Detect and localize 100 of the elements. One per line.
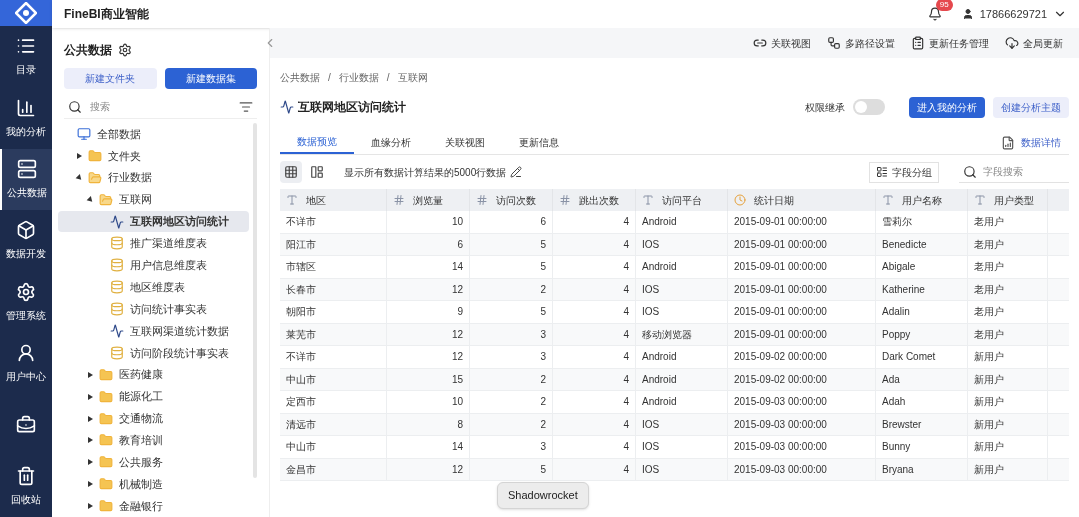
breadcrumb-link[interactable]: 互联网 [397,70,428,85]
folder-icon [88,170,102,185]
tooltip: Shadowrocket [497,482,589,509]
table-cell: 2015-09-03 00:00:00 [728,391,876,413]
table-cell: 2015-09-01 00:00:00 [728,211,876,233]
table-cell: 清远市 [280,413,387,435]
tree-item[interactable]: 金融银行 [58,495,249,517]
nav-item[interactable]: 管理系统 [0,271,52,333]
table-cell: 老用户 [968,323,1048,345]
table-cell: 14 [387,256,470,278]
tree-item[interactable]: 访问统计事实表 [58,298,249,320]
briefcase-icon [16,414,36,435]
permission-switch[interactable] [853,99,885,115]
field-group-button[interactable]: 字段分组 [869,161,939,183]
table-cell: 4 [553,323,636,345]
table-cell: 移动浏览器 [636,323,728,345]
caret-icon[interactable] [88,481,93,488]
table-cell: 6 [387,233,470,255]
breadcrumb-link[interactable]: 公共数据 [280,70,320,85]
table-cell: Android [636,368,728,390]
settings-icon[interactable] [118,43,132,57]
nav-item[interactable]: 数据开发 [0,210,52,272]
tree-item[interactable]: 地区维度表 [58,276,249,299]
user-name[interactable]: 17866629721 [979,5,1047,23]
tree-item[interactable]: 教育培训 [58,429,249,452]
table-cell: 4 [553,458,636,480]
tab[interactable]: 血缘分析 [354,131,428,154]
tree-item[interactable]: 能源化工 [58,385,249,408]
link-icon [753,36,767,50]
toolbar-button[interactable]: 更新任务管理 [911,35,989,51]
tab[interactable]: 关联视图 [428,131,502,154]
table-cell: IOS [636,436,728,458]
tree-item[interactable]: 交通物流 [58,407,249,430]
tree-item[interactable]: 医药健康 [58,363,249,386]
table-cell: 市辖区 [280,256,387,278]
toolbar-button[interactable]: 全局更新 [1005,35,1063,51]
nav-item[interactable]: 用户中心 [0,332,52,395]
table-cell: 老用户 [968,301,1048,323]
table-cell: 2015-09-03 00:00:00 [728,413,876,435]
database-icon [110,302,124,317]
tree-item[interactable]: 全部数据 [58,123,249,145]
breadcrumb-link[interactable]: 行业数据 [338,70,379,85]
action-button[interactable]: 创建分析主题 [993,96,1069,118]
caret-icon[interactable] [88,503,93,510]
search-field[interactable]: 搜索 [90,99,231,114]
caret-icon[interactable] [88,415,93,422]
tree-item[interactable]: 用户信息维度表 [58,254,249,277]
edit-icon[interactable] [510,166,523,178]
filter-icon[interactable] [239,99,253,114]
table-cell: 老用户 [968,278,1048,300]
nav-item[interactable]: 目录 [0,26,52,88]
caret-icon[interactable] [88,371,93,378]
table-cell: 2015-09-01 00:00:00 [728,233,876,255]
toolbar-button[interactable]: 关联视图 [753,35,811,51]
details-link[interactable]: 数据详情 [1001,131,1069,154]
toolbar-button[interactable]: 多路径设置 [827,35,895,51]
table-cell: 2 [470,278,553,300]
table-cell: 新用户 [968,458,1048,480]
tree-item[interactable]: 机械制造 [58,473,249,496]
table-cell: 8 [387,413,470,435]
tree-item[interactable]: 行业数据 [58,166,249,189]
tree-item[interactable]: 互联网 [58,188,249,211]
new-button[interactable]: 新建文件夹 [64,68,157,89]
user-icon [961,8,974,20]
nav-item[interactable]: 回收站 [0,455,52,517]
notification-badge: 95 [935,0,953,11]
tab[interactable]: 更新信息 [502,131,576,154]
action-button[interactable]: 进入我的分析 [909,96,985,118]
tab[interactable]: 数据预览 [280,131,354,154]
table-cell: Adalin [876,301,968,323]
table-cell: 3 [470,436,553,458]
table-cell: 2 [470,413,553,435]
table-cell: IOS [636,278,728,300]
nav-item[interactable]: 我的分析 [0,87,52,149]
field-search[interactable]: 字段搜索 [983,164,1065,179]
trend-icon [280,100,294,114]
table-cell: 金昌市 [280,458,387,480]
nav-item[interactable]: 公共数据 [0,148,52,211]
table-cell: 中山市 [280,368,387,390]
tree-item[interactable]: 访问阶段统计事实表 [58,341,249,364]
folder-icon [88,148,102,163]
table-cell: IOS [636,413,728,435]
tree-item[interactable]: 公共服务 [58,451,249,474]
tree-item[interactable]: 互联网渠道统计数据 [58,320,249,342]
breadcrumb-separator: / [328,71,331,85]
caret-icon[interactable] [88,459,93,466]
table-cell: 朝阳市 [280,301,387,323]
bar-chart-icon [16,97,36,118]
new-button[interactable]: 新建数据集 [164,68,257,89]
tree-item[interactable]: 互联网地区访问统计 [58,210,249,233]
table-cell: Bryana [876,458,968,480]
table-cell: 2015-09-03 00:00:00 [728,458,876,480]
view-toggle[interactable] [280,161,302,183]
bell-icon[interactable] [927,7,942,21]
tree-item[interactable]: 文件夹 [58,144,249,167]
caret-icon[interactable] [88,437,93,444]
caret-icon[interactable] [88,393,93,400]
cloud-icon [1005,36,1019,50]
caret-icon[interactable] [77,152,82,159]
tree-item[interactable]: 推广渠道维度表 [58,232,249,255]
